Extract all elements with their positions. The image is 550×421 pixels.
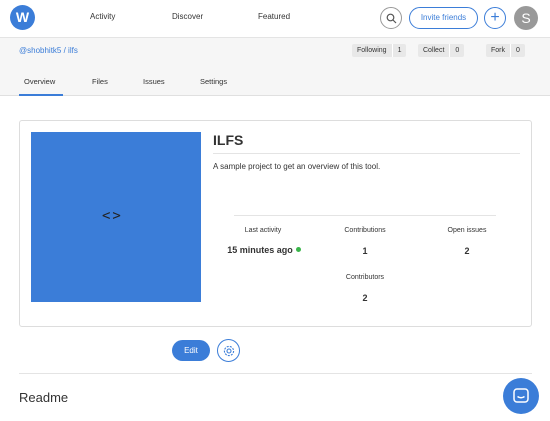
project-title: ILFS <box>213 132 244 148</box>
breadcrumb[interactable]: @shobhitk5 / ilfs <box>19 46 78 55</box>
fork-label: Fork <box>491 47 505 54</box>
open-issues-value: 2 <box>464 246 470 256</box>
add-button[interactable]: + <box>484 7 506 29</box>
contributions-value: 1 <box>362 246 368 256</box>
following-button[interactable]: Following 1 <box>352 44 407 57</box>
user-avatar[interactable]: S <box>514 6 538 30</box>
edit-button[interactable]: Edit <box>172 340 210 361</box>
online-status-dot <box>295 247 301 252</box>
collect-label: Collect <box>423 47 445 54</box>
nav-featured[interactable]: Featured <box>258 12 290 21</box>
title-divider <box>213 153 520 154</box>
last-activity-value: 15 minutes ago <box>214 245 314 255</box>
last-activity-label: Last activity <box>244 227 282 234</box>
tab-overview[interactable]: Overview <box>24 77 55 86</box>
stats-divider <box>234 215 496 216</box>
contributions-label: Contributions <box>344 227 386 234</box>
fork-button[interactable]: Fork 0 <box>486 44 525 57</box>
section-divider <box>19 373 532 374</box>
collect-count: 0 <box>449 44 464 57</box>
contributors-label: Contributors <box>345 274 385 281</box>
nav-discover[interactable]: Discover <box>172 12 203 21</box>
project-card: <> ILFS A sample project to get an overv… <box>19 120 532 327</box>
chat-button[interactable] <box>503 378 539 414</box>
gear-icon <box>223 345 235 357</box>
contributors-value: 2 <box>362 293 368 303</box>
project-description: A sample project to get an overview of t… <box>213 162 381 171</box>
settings-button[interactable] <box>217 339 240 362</box>
search-icon <box>386 13 397 24</box>
collect-button[interactable]: Collect 0 <box>418 44 465 57</box>
nav-activity[interactable]: Activity <box>90 12 115 21</box>
project-header: @shobhitk5 / ilfs Following 1 Collect 0 … <box>0 37 550 96</box>
code-icon: <> <box>102 208 123 224</box>
invite-friends-button[interactable]: Invite friends <box>409 7 478 29</box>
last-activity-text: 15 minutes ago <box>227 245 293 255</box>
top-navbar: W Activity Discover Featured Invite frie… <box>0 0 550 37</box>
following-label: Following <box>357 47 387 54</box>
tab-settings[interactable]: Settings <box>200 77 227 86</box>
app-logo[interactable]: W <box>10 5 35 30</box>
tab-issues[interactable]: Issues <box>143 77 165 86</box>
tab-files[interactable]: Files <box>92 77 108 86</box>
project-thumbnail: <> <box>31 132 201 302</box>
readme-heading: Readme <box>19 390 69 405</box>
following-count: 1 <box>391 44 407 57</box>
chat-icon <box>513 388 529 403</box>
active-tab-indicator <box>19 94 63 96</box>
search-button[interactable] <box>380 7 402 29</box>
fork-count: 0 <box>510 44 525 57</box>
open-issues-label: Open issues <box>447 227 487 234</box>
